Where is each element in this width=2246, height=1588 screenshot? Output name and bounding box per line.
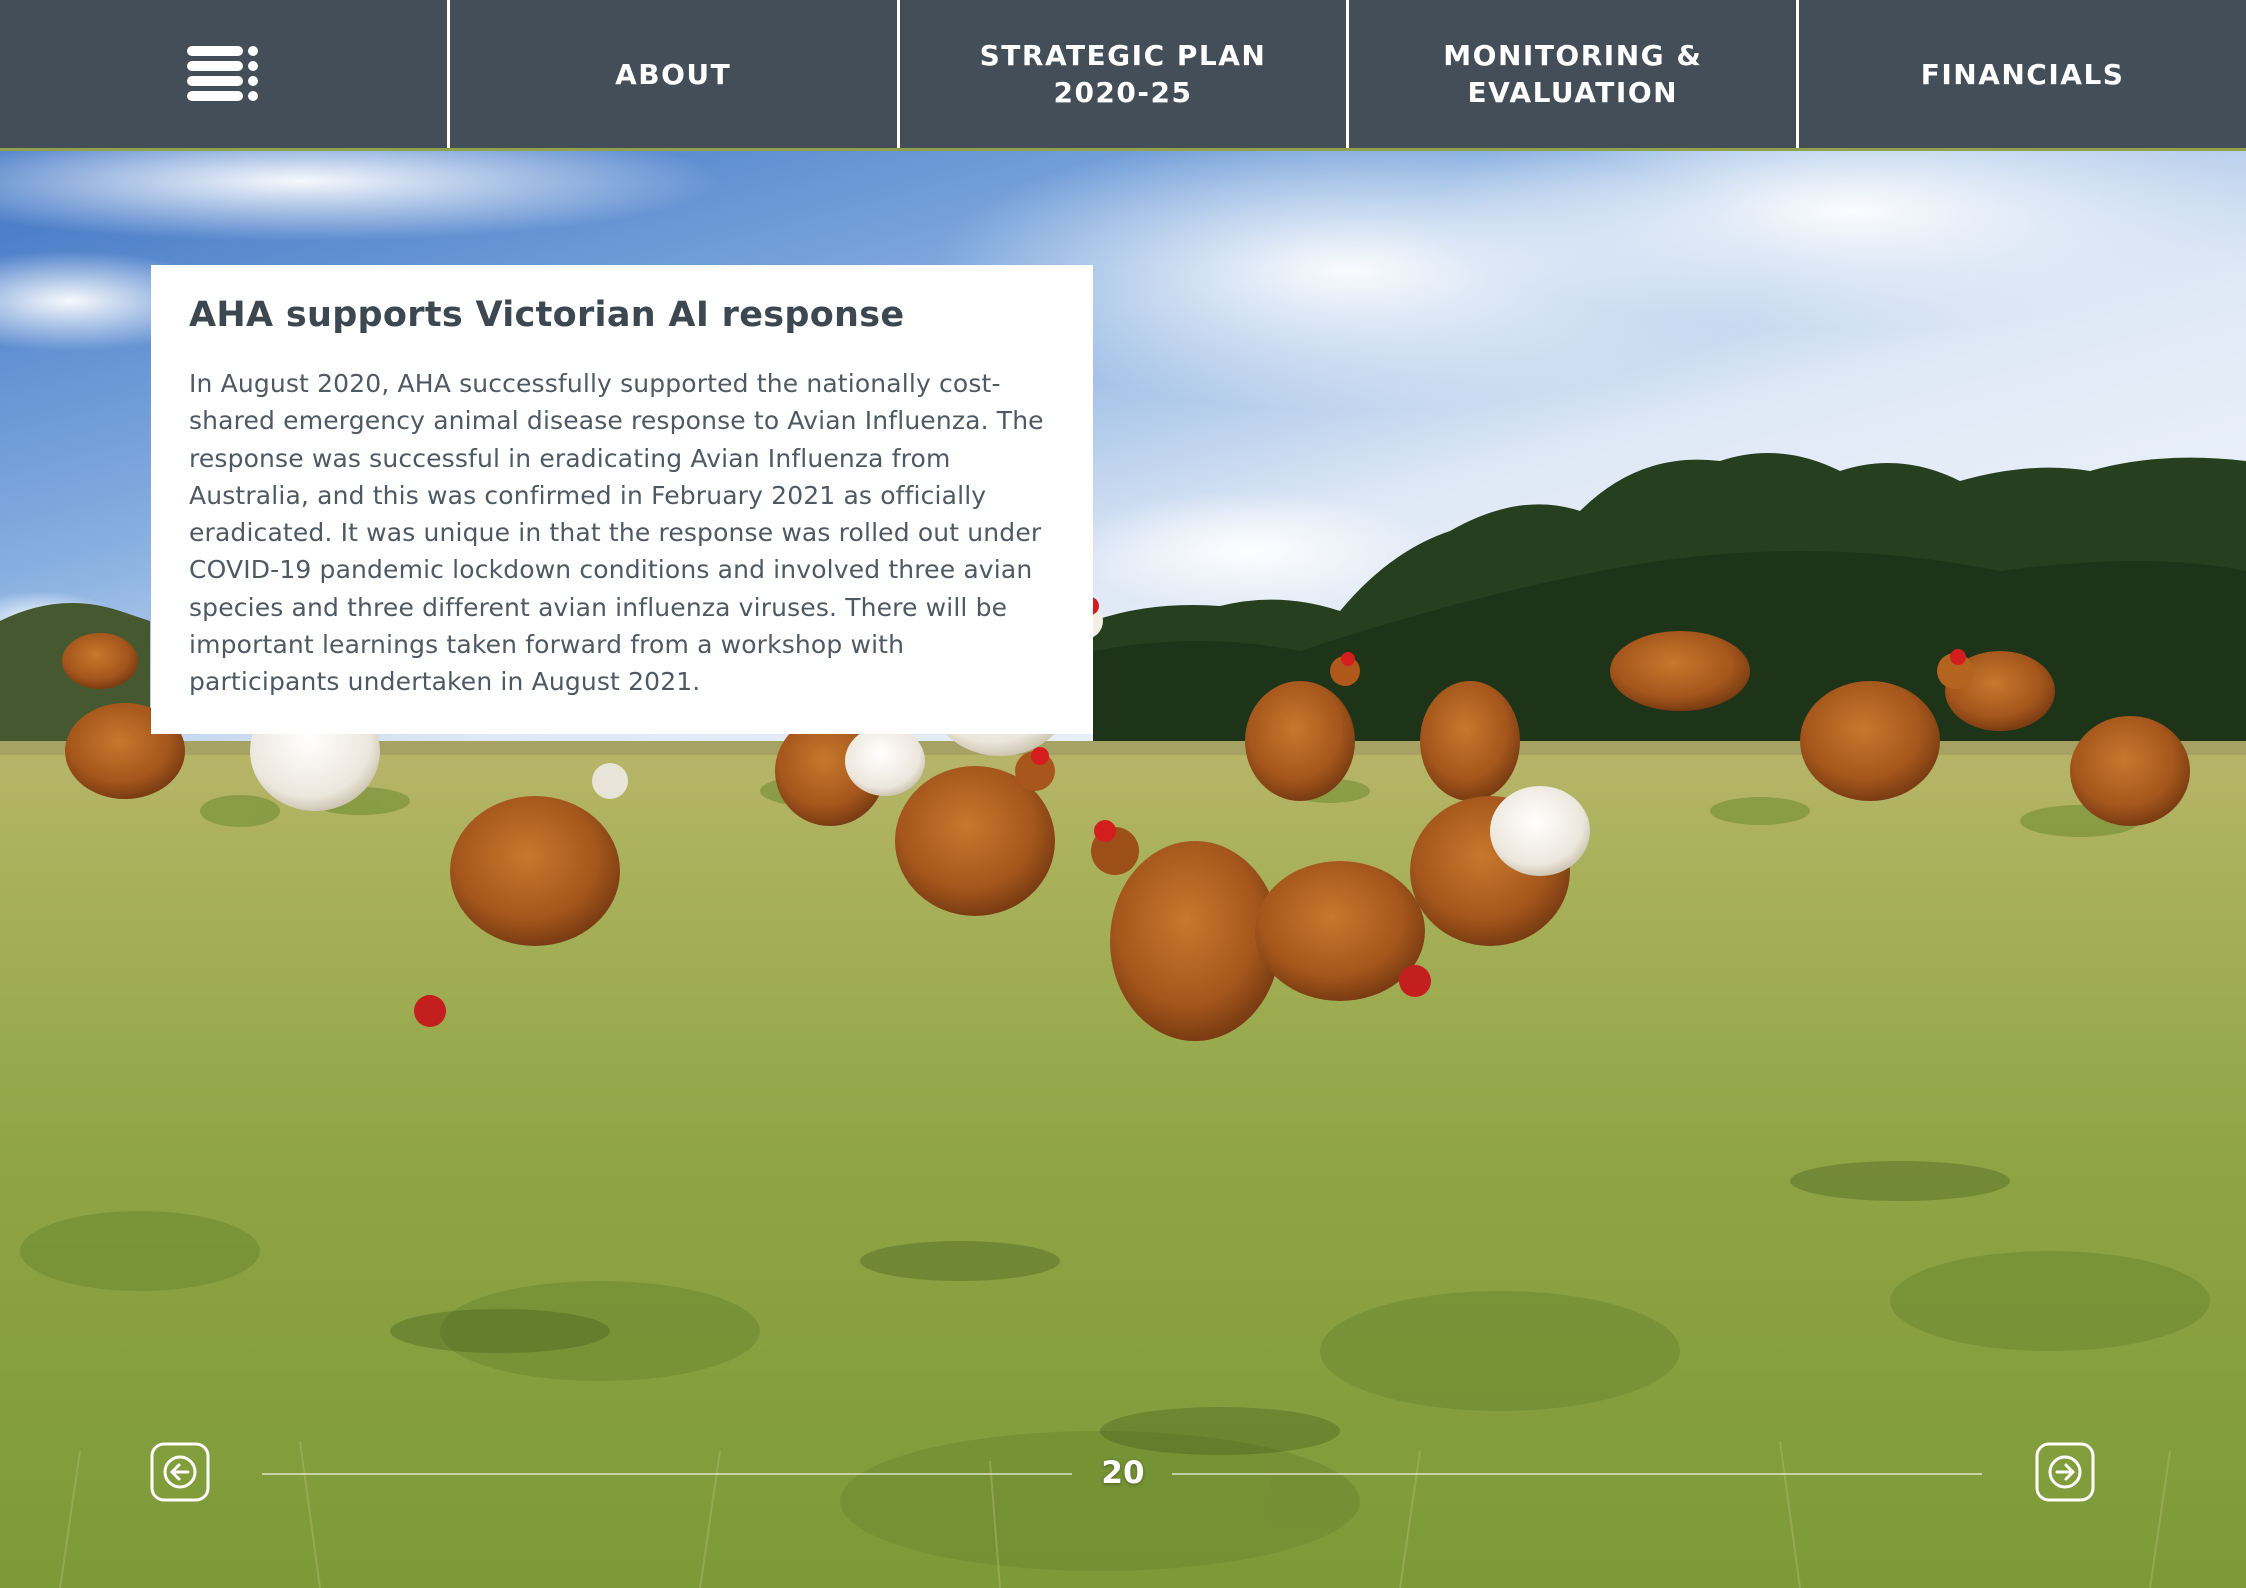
nav-item-financials[interactable]: FINANCIALS [1799,0,2246,148]
article-body: In August 2020, AHA successfully support… [189,369,1044,697]
nav-item-label: ABOUT [615,57,732,91]
previous-page-button[interactable] [150,1442,210,1502]
nav-item-label: STRATEGIC PLAN 2020-25 [979,39,1267,109]
nav-item-label: MONITORING & EVALUATION [1443,39,1703,109]
footer-divider-left [262,1473,1072,1475]
arrow-left-icon [150,1442,210,1502]
menu-icon [187,46,259,101]
nav-item-monitoring-evaluation[interactable]: MONITORING & EVALUATION [1349,0,1797,148]
next-page-button[interactable] [2035,1442,2095,1502]
article-card: AHA supports Victorian AI response In Au… [151,265,1093,734]
top-navigation: ABOUT STRATEGIC PLAN 2020-25 MONITORING … [0,0,2246,148]
nav-item-label: FINANCIALS [1920,57,2125,91]
article-title: AHA supports Victorian AI response [189,295,905,335]
arrow-right-icon [2035,1442,2095,1502]
menu-button[interactable] [0,0,447,148]
page-number: 20 [1101,1455,1145,1491]
nav-item-about[interactable]: ABOUT [449,0,897,148]
footer-divider-right [1172,1473,1982,1475]
nav-item-strategic-plan[interactable]: STRATEGIC PLAN 2020-25 [899,0,1347,148]
